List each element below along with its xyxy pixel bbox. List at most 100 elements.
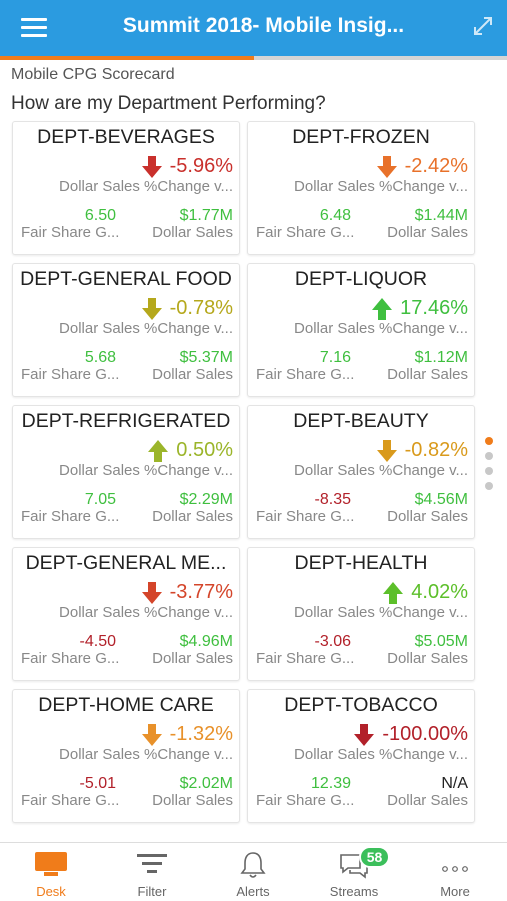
dollar-sales-value: N/A (441, 775, 468, 792)
percent-change: -5.96% (141, 155, 233, 178)
tab-streams[interactable]: 58 Streams (304, 843, 404, 901)
page-subtitle: Mobile CPG Scorecard (11, 66, 175, 83)
dollar-sales-value: $2.29M (179, 491, 233, 508)
percent-change: 0.50% (148, 439, 233, 462)
department-tile[interactable]: DEPT-GENERAL FOOD -0.78% Dollar Sales %Cha… (12, 263, 240, 397)
fair-share-value: 6.48 (319, 207, 351, 224)
dollar-sales-value: $1.12M (414, 349, 468, 366)
percent-change-label: Dollar Sales %Change v... (294, 604, 468, 621)
fair-share-label: Fair Share G... (256, 650, 355, 667)
expand-icon[interactable] (471, 14, 495, 38)
streams-badge: 58 (359, 846, 390, 868)
department-tile[interactable]: DEPT-BEVERAGES -5.96% Dollar Sales %Change… (12, 121, 240, 255)
page-dot[interactable] (485, 452, 493, 460)
more-icon (441, 861, 469, 879)
percent-change-value: 0.50% (176, 439, 233, 461)
department-name: DEPT-REFRIGERATED (21, 410, 231, 432)
arrow-down-icon (141, 581, 162, 604)
dollar-sales-label: Dollar Sales (387, 650, 468, 667)
percent-change-label: Dollar Sales %Change v... (294, 462, 468, 479)
arrow-down-icon (376, 439, 397, 462)
bell-icon (240, 851, 266, 884)
dollar-sales-value: $5.37M (179, 349, 233, 366)
percent-change-label: Dollar Sales %Change v... (294, 746, 468, 763)
page-question: How are my Department Performing? (11, 93, 326, 114)
fair-share-value: 7.16 (319, 349, 351, 366)
percent-change-value: -1.32% (169, 723, 233, 745)
arrow-down-icon (141, 297, 162, 320)
fair-share-label: Fair Share G... (256, 792, 355, 809)
percent-change-value: -5.96% (169, 155, 233, 177)
percent-change-label: Dollar Sales %Change v... (59, 604, 233, 621)
progress-fill (0, 56, 254, 60)
fair-share-label: Fair Share G... (21, 366, 120, 383)
fair-share-value: -4.50 (79, 633, 116, 650)
percent-change-value: -0.82% (404, 439, 468, 461)
fair-share-label: Fair Share G... (256, 508, 355, 525)
department-tile[interactable]: DEPT-HEALTH 4.02% Dollar Sales %Change v..… (247, 547, 475, 681)
dollar-sales-label: Dollar Sales (387, 792, 468, 809)
department-tile[interactable]: DEPT-HOME CARE -1.32% Dollar Sales %Change… (12, 689, 240, 823)
page-dot[interactable] (485, 482, 493, 490)
hamburger-menu-icon[interactable] (21, 16, 49, 38)
department-name: DEPT-LIQUOR (294, 268, 428, 290)
percent-change: 17.46% (372, 297, 468, 320)
department-name: DEPT-BEAUTY (293, 410, 429, 432)
department-name: DEPT-BEVERAGES (37, 126, 215, 148)
percent-change: -3.77% (141, 581, 233, 604)
department-tile[interactable]: DEPT-GENERAL ME... -3.77% Dollar Sales %Ch… (12, 547, 240, 681)
desk-icon (34, 851, 68, 882)
tab-alerts[interactable]: Alerts (203, 843, 303, 901)
tab-label: Alerts (236, 884, 270, 899)
dollar-sales-label: Dollar Sales (152, 508, 233, 525)
percent-change-label: Dollar Sales %Change v... (294, 320, 468, 337)
department-name: DEPT-GENERAL ME... (25, 552, 227, 574)
fair-share-label: Fair Share G... (21, 508, 120, 525)
department-name: DEPT-TOBACCO (284, 694, 438, 716)
department-tile[interactable]: DEPT-LIQUOR 17.46% Dollar Sales %Change v.… (247, 263, 475, 397)
percent-change-label: Dollar Sales %Change v... (59, 178, 233, 195)
percent-change-label: Dollar Sales %Change v... (59, 462, 233, 479)
arrow-down-icon (141, 155, 162, 178)
fair-share-label: Fair Share G... (21, 792, 120, 809)
percent-change-value: -0.78% (169, 297, 233, 319)
department-tile[interactable]: DEPT-FROZEN -2.42% Dollar Sales %Change v.… (247, 121, 475, 255)
dollar-sales-label: Dollar Sales (387, 508, 468, 525)
tab-desk[interactable]: Desk (1, 843, 101, 901)
app-header: Summit 2018- Mobile Insig... (0, 0, 507, 56)
percent-change: -2.42% (376, 155, 468, 178)
department-name: DEPT-HEALTH (294, 552, 428, 574)
dollar-sales-label: Dollar Sales (387, 366, 468, 383)
department-tile[interactable]: DEPT-REFRIGERATED 0.50% Dollar Sales %Chan… (12, 405, 240, 539)
tab-more[interactable]: More (405, 843, 505, 901)
fair-share-value: -5.01 (79, 775, 116, 792)
percent-change: -0.78% (141, 297, 233, 320)
tab-filter[interactable]: Filter (102, 843, 202, 901)
percent-change-value: 4.02% (411, 581, 468, 603)
percent-change-label: Dollar Sales %Change v... (294, 178, 468, 195)
department-tile[interactable]: DEPT-BEAUTY -0.82% Dollar Sales %Change v.… (247, 405, 475, 539)
fair-share-value: 5.68 (84, 349, 116, 366)
dollar-sales-label: Dollar Sales (152, 366, 233, 383)
department-name: DEPT-GENERAL FOOD (20, 268, 232, 290)
tab-label: Filter (137, 884, 167, 899)
dollar-sales-value: $5.05M (414, 633, 468, 650)
page-dot[interactable] (485, 467, 493, 475)
progress-bar (0, 56, 507, 60)
arrow-down-icon (354, 723, 375, 746)
dollar-sales-label: Dollar Sales (152, 650, 233, 667)
fair-share-value: 7.05 (84, 491, 116, 508)
arrow-down-icon (141, 723, 162, 746)
percent-change: -100.00% (354, 723, 468, 746)
page-dot[interactable] (485, 437, 493, 445)
tab-label: More (440, 884, 470, 899)
dollar-sales-value: $4.56M (414, 491, 468, 508)
percent-change-value: -3.77% (169, 581, 233, 603)
header-title: Summit 2018- Mobile Insig... (122, 14, 405, 37)
dollar-sales-value: $1.77M (179, 207, 233, 224)
department-tile[interactable]: DEPT-TOBACCO -100.00% Dollar Sales %Change… (247, 689, 475, 823)
tab-label: Desk (36, 884, 66, 899)
percent-change: -0.82% (376, 439, 468, 462)
percent-change: 4.02% (383, 581, 468, 604)
fair-share-label: Fair Share G... (21, 650, 120, 667)
